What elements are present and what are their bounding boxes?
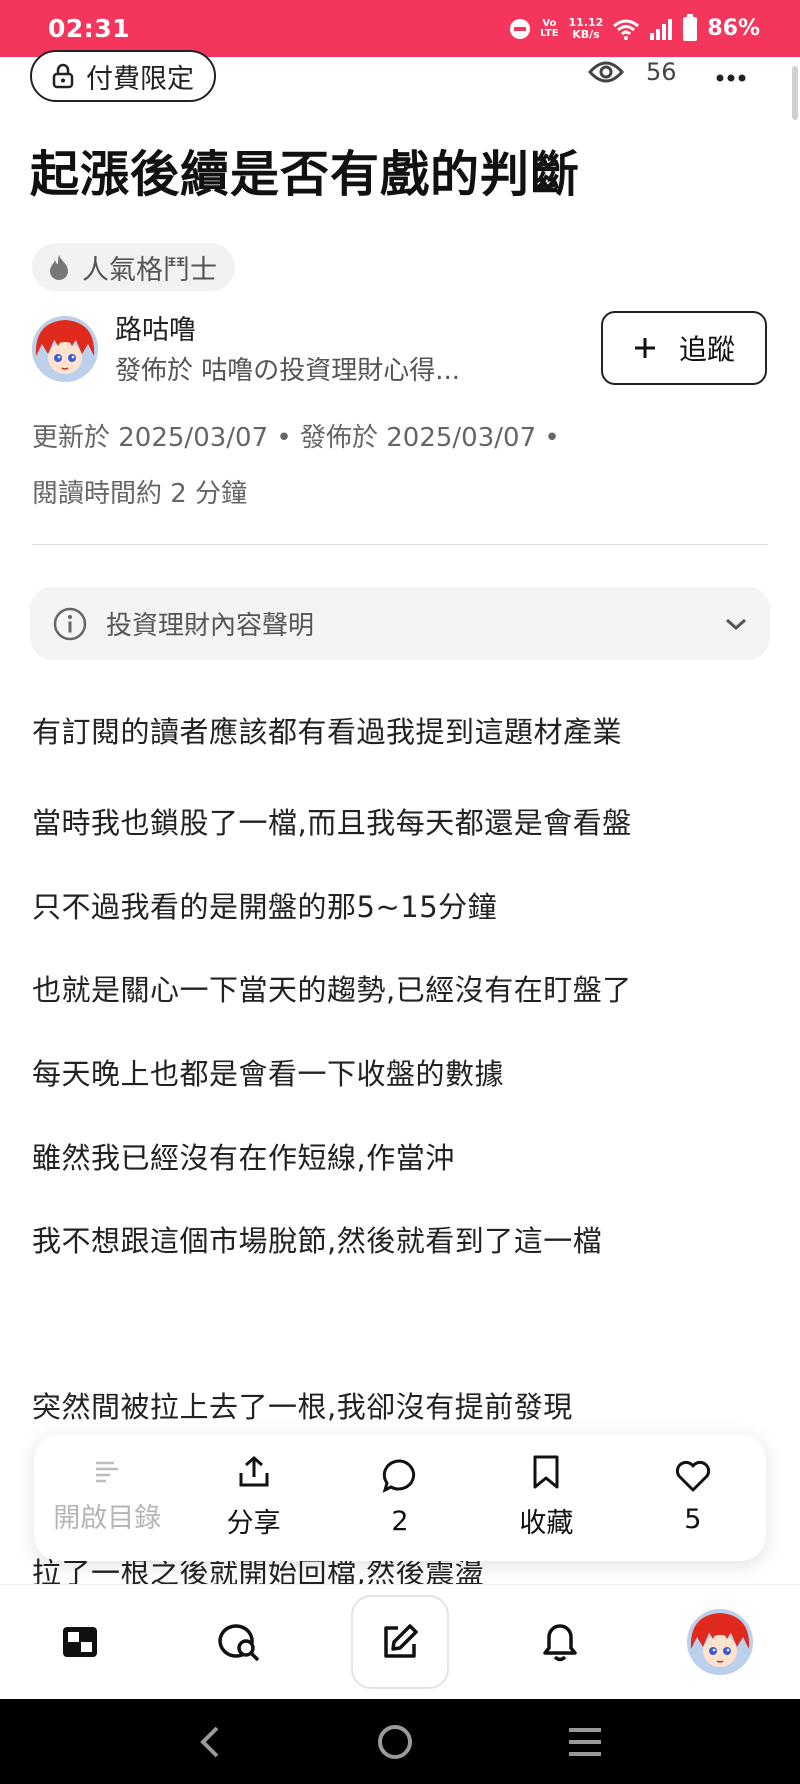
volte-label-bottom: LTE — [540, 27, 559, 39]
chevron-down-icon — [726, 618, 746, 630]
paragraph: 也就是關心一下當天的趨勢,已經沒有在盯盤了 — [32, 973, 632, 1007]
page: 02:31 Vo LTE 11.12 KB/s 86% 付費限定 56 起漲後續… — [0, 0, 800, 1784]
disclaimer-label: 投資理財內容聲明 — [106, 611, 315, 641]
nav-home[interactable] — [0, 1624, 160, 1660]
recent-apps-icon[interactable] — [565, 1725, 605, 1759]
share-icon — [239, 1456, 269, 1487]
open-toc-button[interactable]: 開啟目錄 — [34, 1434, 180, 1561]
comments-count: 2 — [391, 1506, 409, 1537]
lock-icon — [52, 63, 74, 89]
paid-only-label: 付費限定 — [86, 63, 194, 95]
paragraph: 當時我也鎖股了一檔,而且我每天都還是會看盤 — [32, 806, 632, 840]
view-count-value: 56 — [646, 58, 677, 86]
battery-percent: 86% — [707, 16, 760, 41]
author-avatar[interactable] — [32, 316, 98, 382]
paragraph: 有訂閱的讀者應該都有看過我提到這題材產業 — [32, 715, 623, 749]
net-speed-unit: KB/s — [572, 27, 600, 41]
paragraph: 我不想跟這個市場脫節,然後就看到了這一檔 — [32, 1224, 603, 1258]
likes-count: 5 — [684, 1504, 702, 1535]
share-button[interactable]: 分享 — [180, 1434, 326, 1561]
home-feed-icon — [63, 1627, 97, 1657]
nav-notifications[interactable] — [480, 1622, 640, 1662]
nav-compose[interactable] — [320, 1595, 480, 1689]
info-icon — [53, 607, 87, 640]
bookmark-icon — [533, 1455, 559, 1489]
share-label: 分享 — [226, 1508, 281, 1539]
paragraph: 每天晚上也都是會看一下收盤的數據 — [32, 1057, 505, 1091]
do-not-disturb-icon — [510, 18, 531, 39]
net-speed: 11.12 KB/s — [569, 16, 604, 41]
comment-icon — [382, 1459, 416, 1493]
system-navigation-bar — [0, 1699, 800, 1784]
volte-icon: Vo LTE — [540, 18, 559, 39]
paragraph: 突然間被拉上去了一根,我卻沒有提前發現 — [32, 1390, 573, 1424]
bell-icon — [543, 1624, 577, 1662]
comments-button[interactable]: 2 — [327, 1434, 473, 1561]
reading-time: 閱讀時間約 2 分鐘 — [32, 479, 248, 509]
signal-icon — [650, 18, 673, 40]
view-count: 56 — [588, 58, 677, 86]
battery-icon — [683, 13, 698, 41]
author-publication[interactable]: 發佈於 咕噜の投資理財心得... — [115, 350, 460, 387]
bookmark-label: 收藏 — [519, 1508, 574, 1539]
compose-button[interactable] — [351, 1595, 449, 1689]
flame-icon — [50, 255, 68, 280]
heart-icon — [675, 1460, 710, 1492]
nav-explore[interactable] — [160, 1622, 320, 1662]
publication-name[interactable]: 咕噜の投資理財心得... — [201, 356, 460, 386]
eye-icon — [588, 61, 624, 83]
bottom-navigation — [0, 1584, 800, 1699]
explore-chat-icon — [218, 1624, 260, 1662]
home-icon[interactable] — [375, 1722, 415, 1762]
more-options-icon[interactable] — [716, 56, 746, 91]
investment-disclaimer-toggle[interactable]: 投資理財內容聲明 — [30, 587, 770, 660]
list-icon — [96, 1461, 119, 1483]
status-bar: 02:31 Vo LTE 11.12 KB/s 86% — [0, 0, 800, 57]
status-icons: Vo LTE 11.12 KB/s 86% — [510, 13, 760, 41]
article-action-bar: 開啟目錄 分享 2 收藏 5 — [34, 1434, 766, 1561]
published-in-label: 發佈於 — [115, 356, 194, 386]
scrollbar-thumb[interactable] — [792, 66, 798, 120]
nav-profile[interactable] — [640, 1609, 800, 1675]
edit-icon — [384, 1624, 418, 1658]
back-icon[interactable] — [195, 1724, 225, 1760]
wifi-icon — [613, 19, 640, 40]
plus-icon — [634, 338, 655, 358]
follow-button[interactable]: 追蹤 — [601, 311, 767, 385]
like-button[interactable]: 5 — [620, 1434, 766, 1561]
popularity-tag[interactable]: 人氣格鬥士 — [32, 243, 235, 291]
bookmark-button[interactable]: 收藏 — [473, 1434, 619, 1561]
follow-button-label: 追蹤 — [678, 333, 735, 366]
status-time: 02:31 — [48, 14, 131, 43]
paragraph: 雖然我已經沒有在作短線,作當沖 — [32, 1141, 455, 1175]
divider — [32, 544, 768, 545]
article-title: 起漲後續是否有戲的判斷 — [30, 146, 581, 203]
author-name[interactable]: 路咕噜 — [115, 308, 196, 347]
open-toc-label: 開啟目錄 — [53, 1503, 162, 1534]
popularity-tag-label: 人氣格鬥士 — [82, 254, 217, 286]
profile-avatar[interactable] — [687, 1609, 753, 1675]
paragraph: 只不過我看的是開盤的那5~15分鐘 — [32, 890, 498, 924]
article-dates: 更新於 2025/03/07 • 發佈於 2025/03/07 • — [32, 423, 560, 453]
paid-only-badge: 付費限定 — [30, 50, 216, 102]
